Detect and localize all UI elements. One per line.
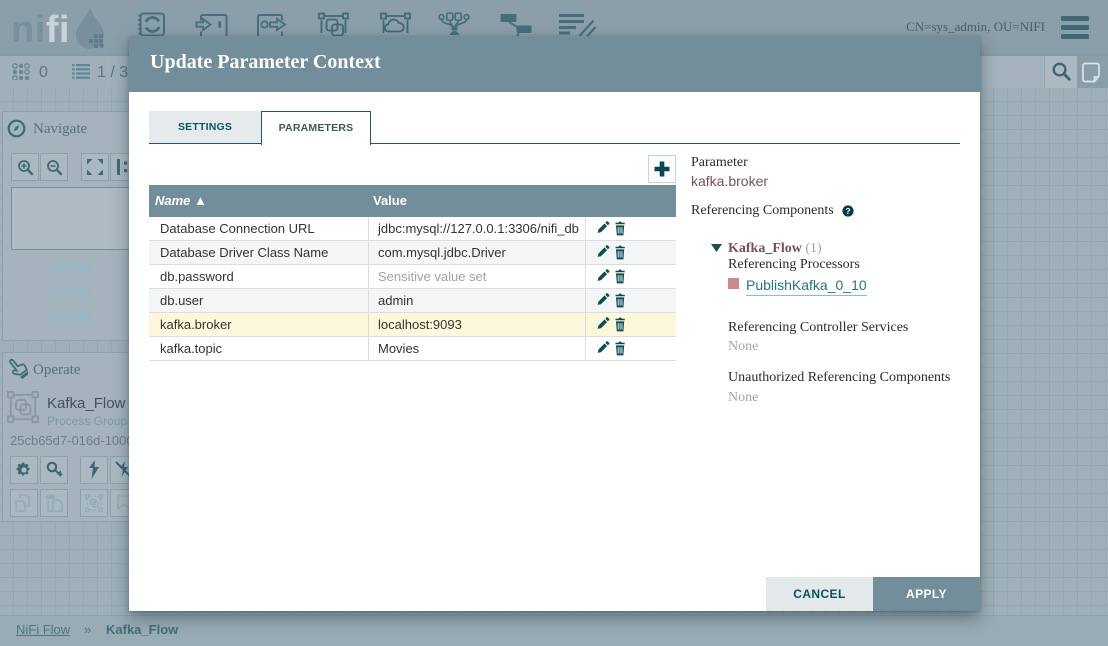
svg-text:?: ? [845,206,850,216]
